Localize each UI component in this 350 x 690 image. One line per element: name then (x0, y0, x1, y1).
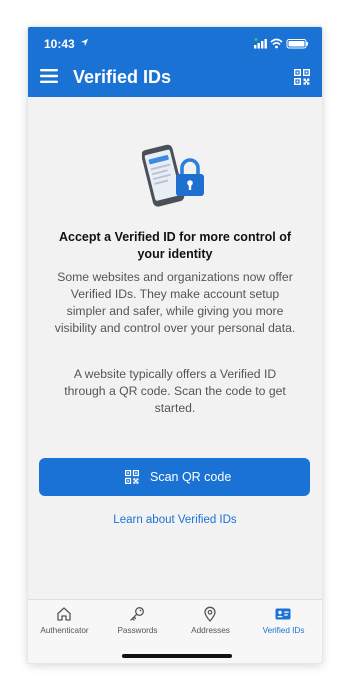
tab-label-verified-ids: Verified IDs (262, 626, 305, 635)
tab-addresses[interactable]: Addresses (174, 600, 247, 650)
home-indicator (122, 654, 232, 658)
scan-qr-code-label: Scan QR code (150, 470, 232, 484)
status-indicators-icon (254, 38, 308, 49)
location-pin-icon (204, 606, 216, 622)
page-title: Verified IDs (73, 67, 172, 87)
scan-qr-code-button[interactable]: Scan QR code (39, 458, 310, 496)
phone-screen: 10:43 Verified IDs Accept a Verified ID … (28, 27, 322, 663)
status-time: 10:43 (44, 37, 75, 51)
house-icon (57, 607, 71, 621)
app-header: 10:43 Verified IDs (28, 27, 322, 97)
qr-scan-icon[interactable] (294, 69, 310, 85)
qr-code-icon (125, 470, 139, 484)
instructions-paragraph: A website typically offers a Verified ID… (64, 367, 286, 415)
tab-verified-ids[interactable]: Verified IDs (247, 600, 320, 650)
tab-passwords[interactable]: Passwords (101, 600, 174, 650)
tab-label-addresses: Addresses (191, 626, 230, 635)
tab-label-authenticator: Authenticator (40, 626, 89, 635)
page-heading: Accept a Verified ID for more control of… (59, 230, 291, 261)
learn-about-verified-ids-link[interactable]: Learn about Verified IDs (28, 514, 322, 526)
hamburger-menu-icon[interactable] (40, 69, 58, 83)
phone-lock-illustration-icon (142, 144, 204, 207)
id-card-icon (275, 608, 291, 620)
location-arrow-icon (80, 38, 89, 47)
description-paragraph: Some websites and organizations now offe… (54, 270, 296, 335)
key-icon (130, 607, 144, 621)
tab-label-passwords: Passwords (117, 626, 158, 635)
tab-authenticator[interactable]: Authenticator (28, 600, 101, 650)
